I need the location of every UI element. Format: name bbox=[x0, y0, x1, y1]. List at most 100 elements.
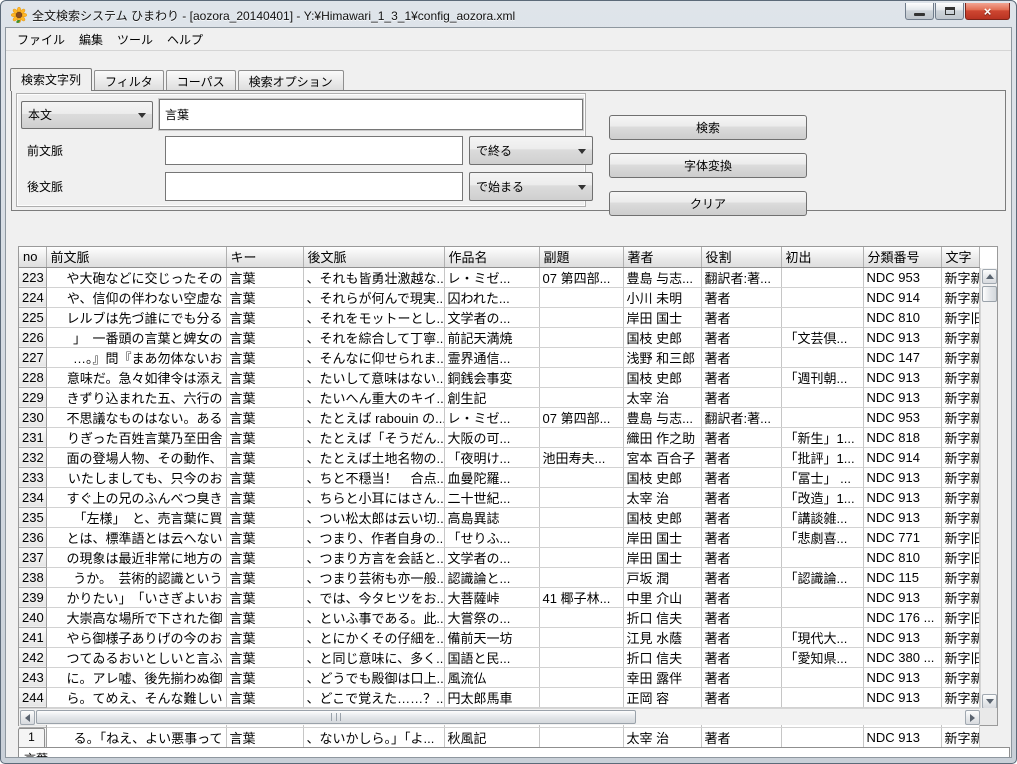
table-cell[interactable]: …。』問『まあ勿体ないお bbox=[46, 347, 226, 367]
table-cell[interactable]: 」 一番頭の言葉と婢女の bbox=[46, 327, 226, 347]
table-cell[interactable]: 著者 bbox=[701, 387, 781, 407]
table-cell[interactable]: 意味だ。急々如律令は添え bbox=[46, 367, 226, 387]
table-cell[interactable]: 07 第四部... bbox=[539, 267, 623, 287]
table-cell[interactable]: 言葉 bbox=[226, 587, 303, 607]
table-cell[interactable]: 新字新 bbox=[941, 367, 979, 387]
table-cell[interactable]: 折口 信夫 bbox=[623, 607, 701, 627]
menu-edit[interactable]: 編集 bbox=[72, 29, 110, 50]
table-row[interactable]: 232面の登場人物、その動作、言葉、たとえば土地名物の...「夜明け...池田寿… bbox=[19, 447, 979, 467]
table-cell[interactable]: 「せりふ... bbox=[444, 527, 539, 547]
table-cell[interactable]: る。「ねえ、よい悪事って bbox=[46, 727, 226, 747]
table-cell[interactable]: 大阪の可... bbox=[444, 427, 539, 447]
table-cell[interactable]: 創生記 bbox=[444, 387, 539, 407]
table-cell[interactable]: 著者 bbox=[701, 687, 781, 707]
post-context-input[interactable] bbox=[165, 172, 463, 201]
table-row[interactable]: 244ら。てめえ、そんな難しい言葉、どこで覚えた……？...円太郎馬車正岡 容著… bbox=[19, 687, 979, 707]
column-header[interactable]: 著者 bbox=[623, 247, 701, 267]
tab-corpus[interactable]: コーパス bbox=[166, 70, 236, 90]
table-cell[interactable]: 言葉 bbox=[226, 547, 303, 567]
table-cell[interactable] bbox=[539, 327, 623, 347]
table-row[interactable]: 238うか。 芸術的認識という言葉、つまり芸術も亦一般...認識論と...戸坂 … bbox=[19, 567, 979, 587]
table-cell[interactable]: 著者 bbox=[701, 467, 781, 487]
table-cell[interactable]: NDC 147 bbox=[863, 347, 941, 367]
clear-button[interactable]: クリア bbox=[609, 191, 807, 216]
table-cell[interactable]: 新字旧 bbox=[941, 647, 979, 667]
row-number-cell[interactable]: 231 bbox=[19, 427, 46, 447]
tab-filter[interactable]: フィルタ bbox=[94, 70, 164, 90]
table-cell[interactable]: 認識論と... bbox=[444, 567, 539, 587]
table-cell[interactable]: 大菩薩峠 bbox=[444, 587, 539, 607]
table-cell[interactable]: 言葉 bbox=[226, 387, 303, 407]
row-number-cell[interactable]: 243 bbox=[19, 667, 46, 687]
column-header[interactable]: キー bbox=[226, 247, 303, 267]
table-row[interactable]: 223や大砲などに交じったその言葉、それも皆勇壮激越な...レ・ミゼ...07 … bbox=[19, 267, 979, 287]
table-cell[interactable]: 「現代大... bbox=[781, 627, 863, 647]
row-number-cell[interactable]: 239 bbox=[19, 587, 46, 607]
table-cell[interactable]: 国枝 史郎 bbox=[623, 467, 701, 487]
table-cell[interactable]: 、たとえば土地名物の... bbox=[303, 447, 444, 467]
table-cell[interactable]: 幸田 露伴 bbox=[623, 667, 701, 687]
table-cell[interactable] bbox=[539, 567, 623, 587]
table-cell[interactable]: 、たとえば rabouin の... bbox=[303, 407, 444, 427]
table-cell[interactable]: 「冨士」 ... bbox=[781, 467, 863, 487]
row-number-cell[interactable]: 242 bbox=[19, 647, 46, 667]
table-cell[interactable]: 「悲劇喜... bbox=[781, 527, 863, 547]
table-cell[interactable]: 、どうでも殿御は口上... bbox=[303, 667, 444, 687]
row-number-cell[interactable]: 223 bbox=[19, 267, 46, 287]
table-row[interactable]: 239かりたい」 「いさぎよいお言葉、では、今タヒツをお...大菩薩峠41 椰子… bbox=[19, 587, 979, 607]
key-display-field[interactable]: 言葉 bbox=[18, 747, 1010, 758]
table-cell[interactable]: 「改造」1... bbox=[781, 487, 863, 507]
table-cell[interactable]: 国枝 史郎 bbox=[623, 507, 701, 527]
table-cell[interactable]: 著者 bbox=[701, 327, 781, 347]
post-context-mode-select[interactable]: で始まる bbox=[469, 172, 593, 201]
table-row[interactable]: 235「左様」 と、売言葉に買言葉、つい松太郎は云い切...高島異誌国枝 史郎著… bbox=[19, 507, 979, 527]
table-cell[interactable]: 新字新 bbox=[941, 407, 979, 427]
column-header[interactable]: 後文脈 bbox=[303, 247, 444, 267]
table-cell[interactable]: 新字新 bbox=[941, 447, 979, 467]
table-cell[interactable]: 、それも皆勇壮激越な... bbox=[303, 267, 444, 287]
table-cell[interactable] bbox=[781, 387, 863, 407]
table-cell[interactable]: 新字新 bbox=[941, 627, 979, 647]
table-cell[interactable]: 小川 未明 bbox=[623, 287, 701, 307]
table-cell[interactable]: 文学者の... bbox=[444, 307, 539, 327]
scroll-left-button[interactable] bbox=[20, 710, 35, 725]
table-row[interactable]: 228意味だ。急々如律令は添え言葉、たいして意味はない...銅銭会事変国枝 史郎… bbox=[19, 367, 979, 387]
tab-search-options[interactable]: 検索オプション bbox=[238, 70, 344, 90]
table-cell[interactable]: NDC 914 bbox=[863, 287, 941, 307]
table-cell[interactable]: 、では、今タヒツをお... bbox=[303, 587, 444, 607]
table-cell[interactable] bbox=[539, 487, 623, 507]
table-cell[interactable]: 著者 bbox=[701, 727, 781, 747]
table-cell[interactable]: NDC 953 bbox=[863, 267, 941, 287]
column-header[interactable]: 前文脈 bbox=[46, 247, 226, 267]
table-cell[interactable]: 07 第四部... bbox=[539, 407, 623, 427]
table-cell[interactable]: 高島異誌 bbox=[444, 507, 539, 527]
table-cell[interactable]: 宮本 百合子 bbox=[623, 447, 701, 467]
row-number-cell[interactable]: 237 bbox=[19, 547, 46, 567]
table-cell[interactable]: 太宰 治 bbox=[623, 487, 701, 507]
table-cell[interactable]: 「文芸倶... bbox=[781, 327, 863, 347]
table-cell[interactable]: 著者 bbox=[701, 447, 781, 467]
table-cell[interactable]: 太宰 治 bbox=[623, 387, 701, 407]
table-cell[interactable]: 備前天一坊 bbox=[444, 627, 539, 647]
table-cell[interactable]: 、と同じ意味に、多く... bbox=[303, 647, 444, 667]
vertical-scrollbar[interactable] bbox=[980, 268, 997, 710]
table-cell[interactable]: 国語と民... bbox=[444, 647, 539, 667]
table-cell[interactable]: 著者 bbox=[701, 567, 781, 587]
table-cell[interactable]: 言葉 bbox=[226, 367, 303, 387]
row-number-cell[interactable]: 226 bbox=[19, 327, 46, 347]
table-cell[interactable]: きずり込まれた五、六行の bbox=[46, 387, 226, 407]
table-cell[interactable]: 面の登場人物、その動作、 bbox=[46, 447, 226, 467]
table-cell[interactable] bbox=[781, 287, 863, 307]
scroll-right-button[interactable] bbox=[965, 710, 980, 725]
table-cell[interactable] bbox=[539, 427, 623, 447]
table-cell[interactable]: 囚われた... bbox=[444, 287, 539, 307]
table-cell[interactable]: 著者 bbox=[701, 607, 781, 627]
table-cell[interactable]: 新字新 bbox=[941, 327, 979, 347]
table-cell[interactable] bbox=[539, 547, 623, 567]
pre-context-input[interactable] bbox=[165, 136, 463, 165]
table-cell[interactable]: 著者 bbox=[701, 367, 781, 387]
column-header[interactable]: 初出 bbox=[781, 247, 863, 267]
horizontal-scrollbar[interactable] bbox=[19, 708, 981, 725]
table-cell[interactable]: 「左様」 と、売言葉に買 bbox=[46, 507, 226, 527]
table-row[interactable]: 226」 一番頭の言葉と婢女の言葉、それを綜合して丁寧...前記天満焼国枝 史郎… bbox=[19, 327, 979, 347]
